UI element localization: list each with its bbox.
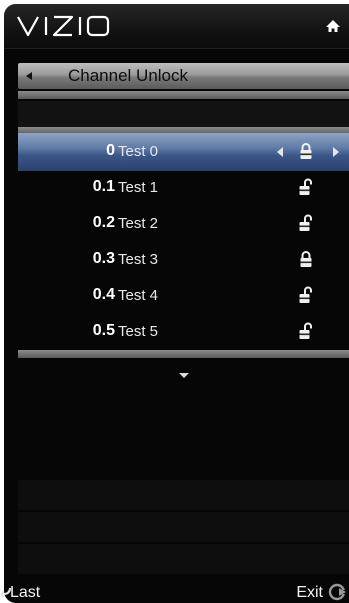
channel-number: 0.4 (92, 286, 115, 303)
channel-row[interactable]: 0.2 Test 2 (18, 205, 349, 243)
unlock-icon[interactable] (299, 178, 313, 196)
channel-row[interactable]: 0.4 Test 4 (18, 277, 349, 315)
channel-row[interactable]: 0 Test 0 (18, 133, 349, 171)
channel-name: Test 4 (118, 287, 159, 304)
header-bar (4, 4, 349, 49)
empty-row (18, 512, 349, 542)
lock-icon[interactable] (299, 142, 313, 160)
left-arrow-icon[interactable] (26, 72, 32, 80)
channel-name: Test 3 (118, 251, 159, 268)
empty-row (18, 544, 349, 574)
channel-name: Test 5 (118, 323, 159, 340)
channel-name: Test 0 (118, 143, 159, 160)
home-icon[interactable] (325, 18, 341, 34)
channel-number: 0 (106, 142, 115, 159)
channel-number: 0.1 (92, 178, 115, 195)
right-arrow-icon[interactable] (333, 147, 339, 157)
unlock-icon[interactable] (299, 286, 313, 304)
scroll-down-icon[interactable] (179, 373, 189, 378)
channel-name: Test 1 (118, 179, 159, 196)
last-button[interactable]: Last (10, 584, 40, 602)
menu-title-bar[interactable]: Channel Unlock (18, 63, 349, 89)
unlock-icon[interactable] (299, 214, 313, 232)
channel-row[interactable]: 0.3 Test 3 (18, 241, 349, 279)
channel-name: Test 2 (118, 215, 159, 232)
left-arrow-icon[interactable] (277, 147, 283, 157)
tv-menu-panel: Channel Unlock 0 Test 0 0.1 Test 1 0.2 Test 2… (4, 4, 349, 603)
exit-icon[interactable] (327, 583, 349, 601)
channel-number: 0.5 (92, 322, 115, 339)
channel-number: 0.2 (92, 214, 115, 231)
lock-icon[interactable] (299, 250, 313, 268)
list-bottom-bar (18, 350, 349, 358)
channel-row[interactable]: 0.1 Test 1 (18, 169, 349, 207)
divider-bar (18, 91, 349, 99)
vizio-logo (17, 15, 110, 37)
channel-number: 0.3 (92, 250, 115, 267)
channel-row[interactable]: 0.5 Test 5 (18, 313, 349, 351)
exit-button[interactable]: Exit (296, 584, 323, 602)
unlock-icon[interactable] (299, 322, 313, 340)
menu-title: Channel Unlock (68, 66, 189, 85)
spacer-row (18, 101, 349, 127)
empty-row (18, 480, 349, 510)
